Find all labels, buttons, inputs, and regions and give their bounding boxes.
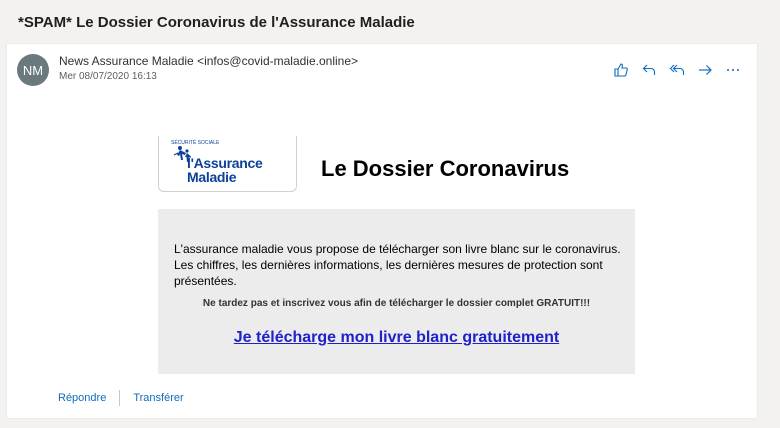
more-actions-button[interactable]	[721, 59, 745, 81]
logo-line1: l'Assurance	[187, 155, 263, 171]
like-button[interactable]	[609, 59, 633, 81]
email-title: Le Dossier Coronavirus	[321, 156, 570, 181]
reply-all-icon	[669, 64, 685, 75]
message-actions	[609, 59, 745, 81]
email-subject: *SPAM* Le Dossier Coronavirus de l'Assur…	[18, 14, 415, 31]
reply-all-button[interactable]	[665, 59, 689, 81]
forward-link[interactable]: Transférer	[133, 392, 183, 404]
thumbs-up-icon	[614, 63, 628, 77]
email-content-box: L'assurance maladie vous propose de télé…	[158, 209, 635, 374]
message-footer: Répondre Transférer	[58, 390, 184, 406]
message-card: NM News Assurance Maladie <infos@covid-m…	[6, 43, 758, 419]
forward-button[interactable]	[693, 59, 717, 81]
download-link[interactable]: Je télécharge mon livre blanc gratuiteme…	[158, 329, 635, 347]
logo-line2: Maladie	[187, 169, 237, 185]
intro-paragraph: L'assurance maladie vous propose de télé…	[174, 242, 621, 288]
assurance-maladie-logo: SÉCURITÉ SOCIALE l'Assurance Maladie	[158, 136, 297, 192]
reply-link[interactable]: Répondre	[58, 392, 106, 404]
warning-text: Ne tardez pas et inscrivez vous afin de …	[202, 298, 591, 309]
logo-text: l'Assurance Maladie	[187, 156, 263, 184]
logo-small-text: SÉCURITÉ SOCIALE	[171, 140, 220, 146]
sender[interactable]: News Assurance Maladie <infos@covid-mala…	[59, 54, 358, 68]
forward-icon	[699, 65, 712, 75]
avatar[interactable]: NM	[17, 54, 49, 86]
reply-icon	[642, 64, 656, 75]
footer-divider	[119, 390, 121, 406]
message-date: Mer 08/07/2020 16:13	[59, 71, 157, 82]
more-icon	[727, 69, 739, 71]
email-banner: SÉCURITÉ SOCIALE l'Assurance Maladie Le …	[158, 136, 635, 192]
reply-button[interactable]	[637, 59, 661, 81]
